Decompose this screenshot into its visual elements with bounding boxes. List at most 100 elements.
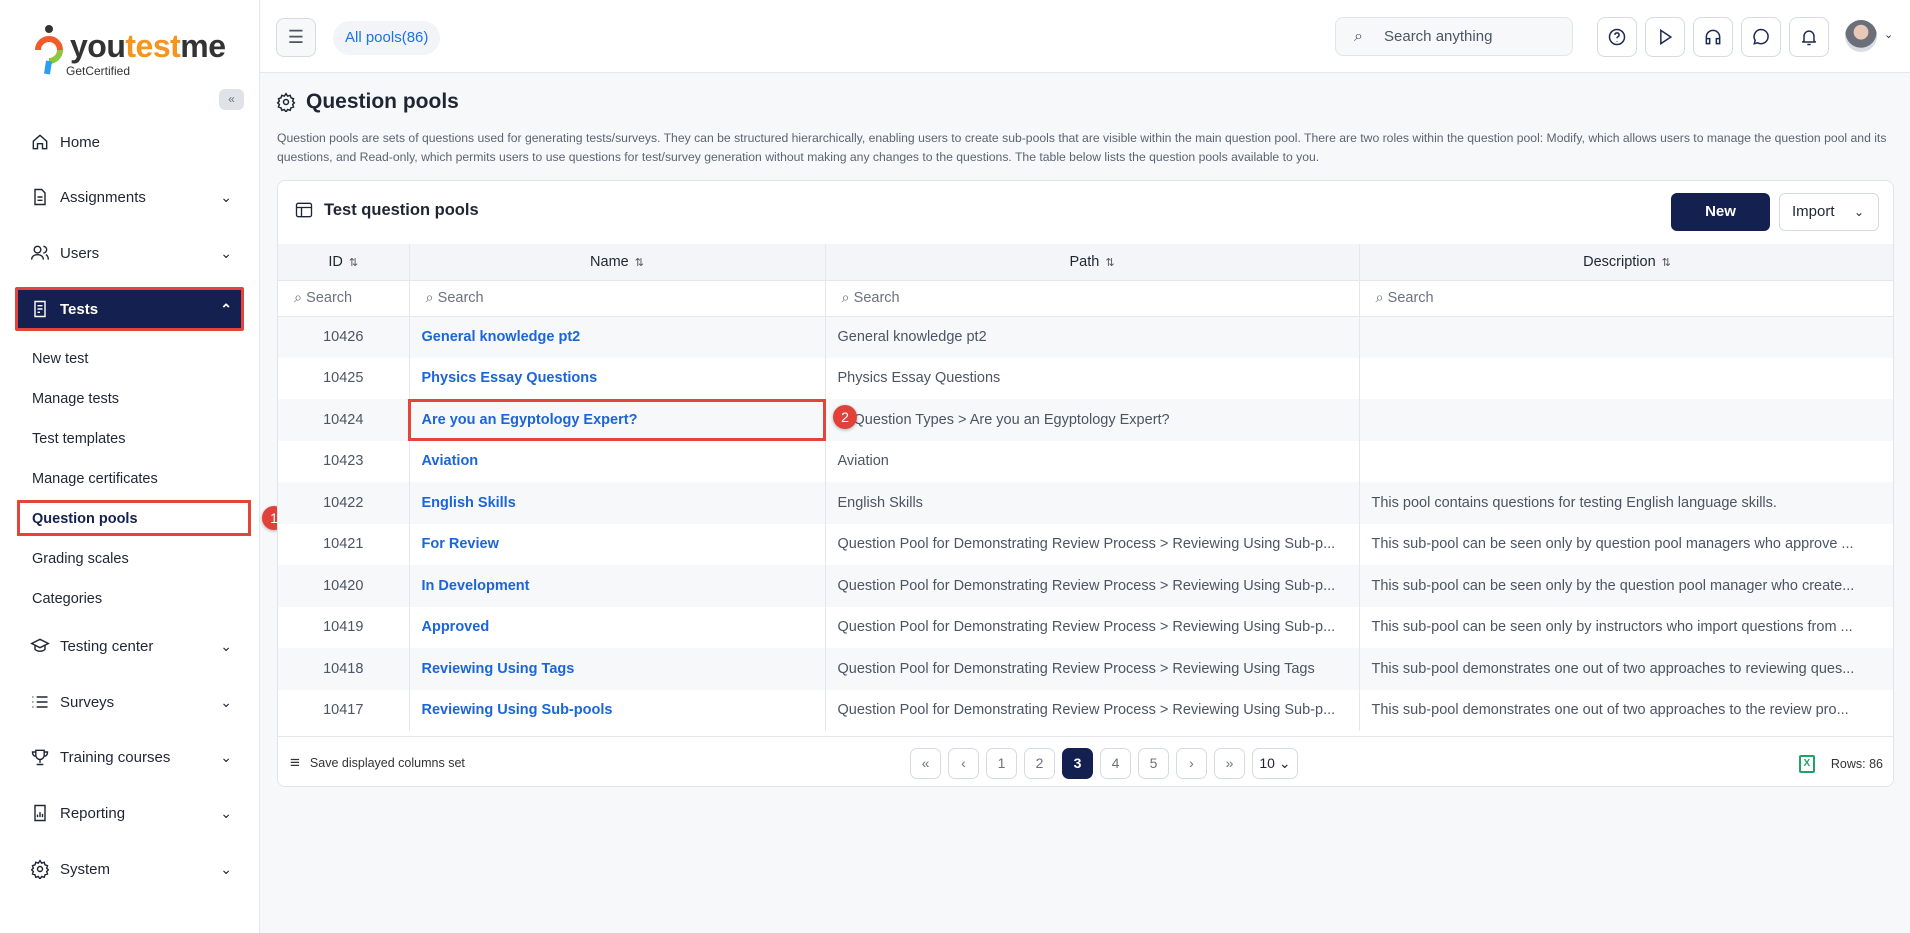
name-link[interactable]: General knowledge pt2 xyxy=(409,316,826,358)
header-label: ID xyxy=(328,253,343,270)
page-button[interactable]: ‹ xyxy=(948,748,979,779)
sort-icon[interactable]: ⇅ xyxy=(1105,257,1114,269)
search-placeholder: Search xyxy=(306,290,353,306)
page-button[interactable]: › xyxy=(1176,748,1207,779)
id-cell: 10419 xyxy=(278,606,410,648)
global-search-input[interactable]: ⌕ Search anything xyxy=(1335,17,1573,56)
sidebar-item-label: Reporting xyxy=(60,804,126,822)
search-path-input[interactable]: ⌕ Search xyxy=(825,280,1360,317)
name-link[interactable]: In Development xyxy=(409,565,826,607)
sidebar-subitem-question-pools[interactable]: Question pools xyxy=(32,511,138,527)
table-row[interactable]: 10426 General knowledge pt2 General knowle… xyxy=(278,316,1893,358)
sidebar-subitem-test-templates[interactable]: Test templates xyxy=(32,431,126,447)
topbar: ☰ All pools(86) ⌕ Search anything ⌄ xyxy=(260,0,1910,73)
collapse-sidebar-button[interactable]: « xyxy=(219,89,244,110)
id-cell: 10423 xyxy=(278,440,410,482)
table-row[interactable]: 10417 Reviewing Using Sub-pools Question P… xyxy=(278,689,1893,731)
new-button[interactable]: New xyxy=(1671,193,1770,231)
path-cell: Question Pool for Demonstrating Review P… xyxy=(825,565,1360,607)
play-button[interactable] xyxy=(1645,17,1685,57)
name-link[interactable]: Reviewing Using Sub-pools xyxy=(409,689,826,731)
name-link[interactable]: Approved xyxy=(409,606,826,648)
page-button[interactable]: 4 xyxy=(1100,748,1131,779)
gear-icon xyxy=(30,859,50,879)
chat-icon xyxy=(1753,28,1769,45)
save-columns-button[interactable]: ≡ Save displayed columns set xyxy=(290,753,465,773)
column-header-name[interactable]: Name ⇅ xyxy=(409,244,826,281)
search-name-input[interactable]: ⌕ Search xyxy=(409,280,826,317)
report-icon xyxy=(34,804,46,822)
chevron-down-icon: ⌄ xyxy=(220,637,232,654)
table-row[interactable]: 10421 For Review Question Pool for Demonst… xyxy=(278,523,1893,565)
page-button[interactable]: 5 xyxy=(1138,748,1169,779)
column-header-description[interactable]: Description ⇅ xyxy=(1359,244,1893,281)
menu-button[interactable]: ☰ xyxy=(276,18,316,57)
name-link[interactable]: Reviewing Using Tags xyxy=(409,648,826,690)
table-row[interactable]: 10419 Approved Question Pool for Demonstra… xyxy=(278,606,1893,648)
excel-export-icon[interactable]: X xyxy=(1798,755,1815,773)
sidebar-subitem-new-test[interactable]: New test xyxy=(32,351,88,367)
page-size-select[interactable]: 10 ⌄ xyxy=(1252,748,1298,779)
card-title-text: Test question pools xyxy=(324,200,479,219)
id-cell: 10418 xyxy=(278,648,410,690)
name-link[interactable]: For Review xyxy=(409,523,826,565)
sidebar-item-reporting[interactable]: Reporting ⌄ xyxy=(30,803,232,823)
sidebar-item-users[interactable]: Users ⌄ xyxy=(30,243,232,263)
description-cell: This sub-pool demonstrates one out of tw… xyxy=(1359,648,1893,690)
search-icon: ⌕ xyxy=(841,290,854,306)
sort-icon[interactable]: ⇅ xyxy=(349,257,358,269)
path-cell: Physics Essay Questions xyxy=(825,357,1360,399)
save-columns-label: Save displayed columns set xyxy=(309,756,465,770)
table-row[interactable]: 10418 Reviewing Using Tags Question Pool f… xyxy=(278,648,1893,690)
page-button[interactable]: 1 xyxy=(986,748,1017,779)
name-link[interactable]: English Skills xyxy=(409,482,826,524)
all-pools-tab[interactable]: All pools(86) xyxy=(333,21,441,55)
sidebar-subitem-categories[interactable]: Categories xyxy=(32,591,102,607)
notifications-button[interactable] xyxy=(1789,17,1829,57)
page-button[interactable]: » xyxy=(1214,748,1245,779)
logo[interactable]: youtestme GetCertified xyxy=(34,24,234,79)
gear-icon xyxy=(276,92,296,112)
sidebar-subitem-manage-tests[interactable]: Manage tests xyxy=(32,391,119,407)
column-header-path[interactable]: Path ⇅ xyxy=(825,244,1360,281)
sidebar-item-system[interactable]: System ⌄ xyxy=(30,859,232,879)
page-button[interactable]: « xyxy=(910,748,941,779)
sidebar-subitem-manage-certificates[interactable]: Manage certificates xyxy=(32,471,158,487)
sidebar-item-label: Training courses xyxy=(60,748,171,766)
avatar[interactable] xyxy=(1845,20,1877,52)
column-header-id[interactable]: ID ⇅ xyxy=(278,244,410,281)
sidebar-item-training-courses[interactable]: Training courses ⌄ xyxy=(30,747,232,767)
table-row[interactable]: 10420 In Development Question Pool for Dem… xyxy=(278,565,1893,607)
name-link[interactable]: Aviation xyxy=(409,440,826,482)
sort-icon[interactable]: ⇅ xyxy=(635,257,644,269)
chevron-down-icon[interactable]: ⌄ xyxy=(1884,28,1893,41)
sidebar-item-surveys[interactable]: Surveys ⌄ xyxy=(30,692,232,712)
sidebar: youtestme GetCertified « Home Assignment… xyxy=(0,0,260,933)
logo-tagline: GetCertified xyxy=(66,64,131,78)
sidebar-item-tests[interactable]: Tests ⌃ xyxy=(30,299,232,319)
name-link[interactable]: Physics Essay Questions xyxy=(409,357,826,399)
sidebar-item-label: Home xyxy=(60,133,101,151)
table-row[interactable]: 10423 Aviation Aviation xyxy=(278,440,1893,482)
search-description-input[interactable]: ⌕ Search xyxy=(1359,280,1893,317)
sidebar-item-home[interactable]: Home xyxy=(30,132,230,152)
import-label: Import xyxy=(1792,203,1835,220)
description-cell: This sub-pool can be seen only by the qu… xyxy=(1359,565,1893,607)
page-button[interactable]: 2 xyxy=(1024,748,1055,779)
page-button[interactable]: 3 xyxy=(1062,748,1093,779)
sidebar-item-assignments[interactable]: Assignments ⌄ xyxy=(30,187,232,207)
chat-button[interactable] xyxy=(1741,17,1781,57)
support-button[interactable] xyxy=(1693,17,1733,57)
sort-icon[interactable]: ⇅ xyxy=(1662,257,1671,269)
search-id-input[interactable]: ⌕ Search xyxy=(278,280,410,317)
sidebar-subitem-grading-scales[interactable]: Grading scales xyxy=(32,551,129,567)
question-pools-table: ID ⇅ Name ⇅ Path ⇅ Description ⇅ ⌕ Search ⌕ … xyxy=(278,244,1893,731)
help-button[interactable] xyxy=(1597,17,1637,57)
sidebar-item-label: Testing center xyxy=(60,637,154,655)
id-cell: 10417 xyxy=(278,689,410,731)
table-row[interactable]: 10425 Physics Essay Questions Physics Essa… xyxy=(278,357,1893,399)
import-button[interactable]: Import ⌄ xyxy=(1779,193,1879,231)
table-row[interactable]: 10422 English Skills English Skills This po… xyxy=(278,482,1893,524)
sidebar-item-testing-center[interactable]: Testing center ⌄ xyxy=(30,636,232,656)
description-cell: This sub-pool can be seen only by questi… xyxy=(1359,523,1893,565)
